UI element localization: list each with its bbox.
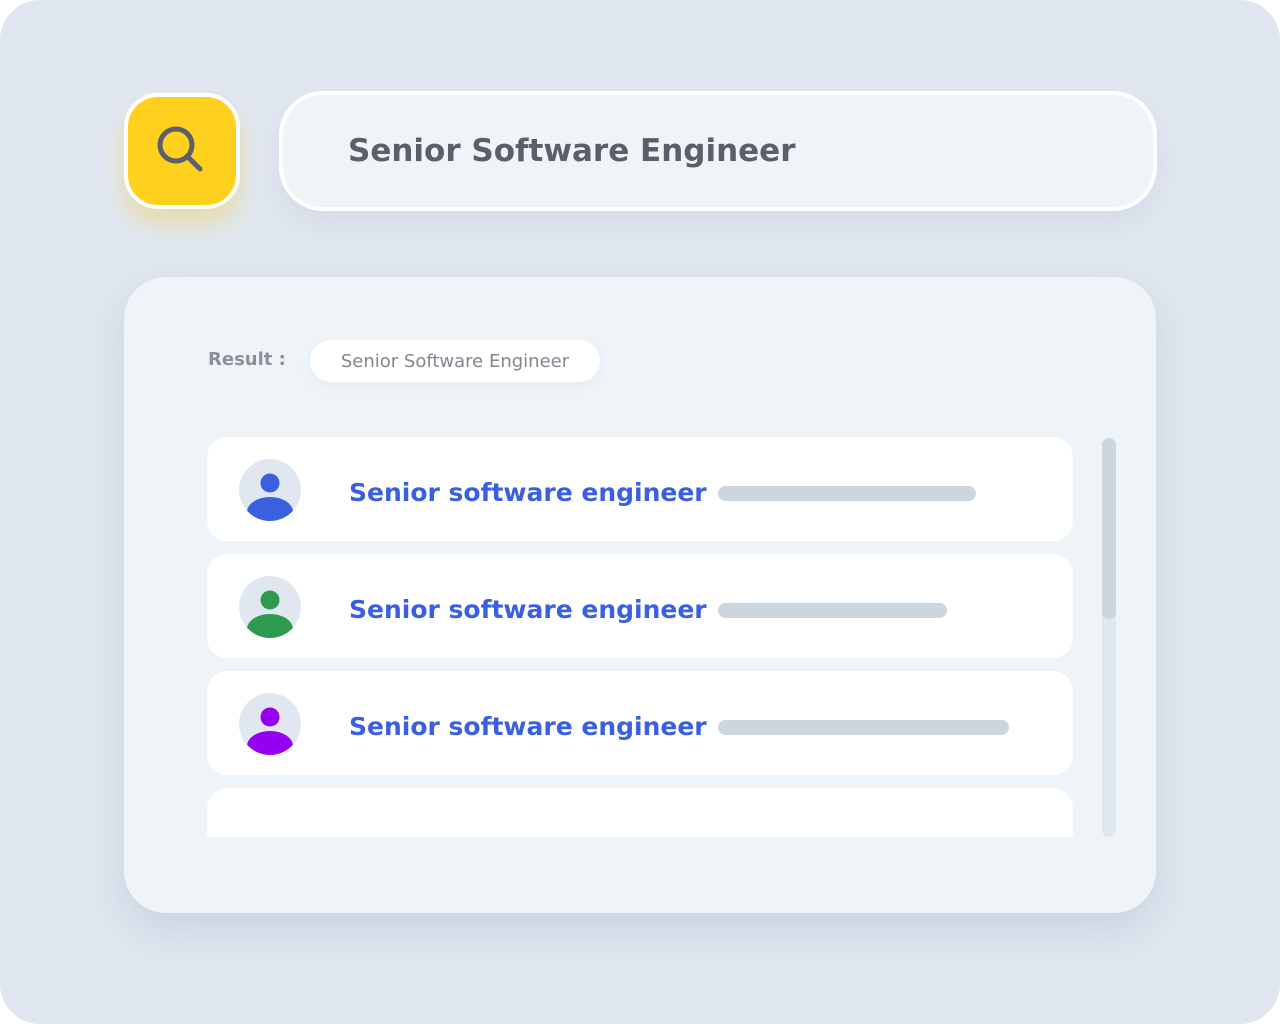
app-frame: Result : Senior Software Engineer Senior… (0, 0, 1280, 1024)
result-title[interactable]: Senior software engineer (349, 554, 707, 658)
results-panel: Result : Senior Software Engineer Senior… (124, 277, 1156, 913)
search-input[interactable] (348, 95, 1108, 207)
result-placeholder-bar (718, 486, 976, 501)
result-title[interactable]: Senior software engineer (349, 671, 707, 775)
result-row[interactable]: Senior software engineer (207, 671, 1073, 775)
user-avatar-icon (239, 693, 301, 755)
user-avatar-icon (239, 576, 301, 638)
result-placeholder-bar (718, 603, 947, 618)
results-scrollbar[interactable] (1102, 438, 1116, 837)
user-avatar-icon (239, 459, 301, 521)
search-icon (157, 126, 203, 172)
result-title[interactable]: Senior software engineer (349, 437, 707, 541)
results-list: Senior software engineer Senior software… (207, 437, 1073, 837)
result-row[interactable]: Senior software engineer (207, 554, 1073, 658)
filter-chip[interactable]: Senior Software Engineer (310, 340, 600, 382)
scrollbar-thumb[interactable] (1102, 438, 1116, 619)
search-field[interactable] (279, 91, 1157, 211)
result-row[interactable]: Senior software engineer (207, 437, 1073, 541)
search-button[interactable] (124, 93, 240, 209)
result-placeholder-bar (718, 720, 1009, 735)
result-label: Result : (208, 349, 286, 370)
result-row-partial[interactable] (207, 788, 1073, 837)
